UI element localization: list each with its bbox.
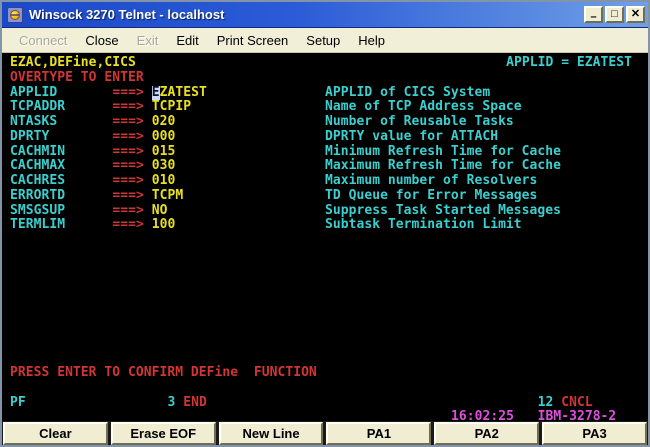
field-desc-errortd: TD Queue for Error Messages — [325, 189, 537, 203]
keypad-button-pa3[interactable]: PA3 — [542, 422, 647, 445]
keypad-button-clear[interactable]: Clear — [3, 422, 108, 445]
menubar: ConnectCloseExitEditPrint ScreenSetupHel… — [2, 28, 648, 53]
keypad-button-erase-eof[interactable]: Erase EOF — [111, 422, 216, 445]
menu-item-print-screen[interactable]: Print Screen — [208, 30, 298, 51]
field-value-smsgsup[interactable]: NO — [152, 204, 168, 218]
app-window: Winsock 3270 Telnet - localhost – □ ✕ Conn… — [0, 0, 650, 447]
field-label-cachmin: CACHMIN — [10, 145, 65, 159]
field-desc-cachmin: Minimum Refresh Time for Cache — [325, 145, 561, 159]
field-value-dprty[interactable]: 000 — [152, 130, 176, 144]
field-label-tcpaddr: TCPADDR — [10, 100, 65, 114]
pf-line-seg-3: 12 — [538, 396, 554, 410]
terminal-cursor[interactable]: E — [152, 86, 160, 100]
pf-line-seg-4: CNCL — [561, 396, 592, 410]
app-icon[interactable] — [7, 7, 23, 23]
field-label-smsgsup: SMSGSUP — [10, 204, 65, 218]
keypad-button-pa1[interactable]: PA1 — [326, 422, 431, 445]
panel-applid: APPLID = EZATEST — [506, 56, 632, 70]
field-desc-dprty: DPRTY value for ATTACH — [325, 130, 498, 144]
globe-icon — [10, 10, 20, 20]
field-value-errortd[interactable]: TCPM — [152, 189, 183, 203]
menu-item-connect: Connect — [10, 30, 76, 51]
field-arrow-cachres: ===> — [112, 174, 143, 188]
confirm-message: PRESS ENTER TO CONFIRM DEFine FUNCTION — [10, 366, 317, 380]
keypad-button-pa2[interactable]: PA2 — [434, 422, 539, 445]
status-terminal-model: IBM-3278-2 — [538, 410, 617, 421]
window-title: Winsock 3270 Telnet - localhost — [29, 7, 584, 22]
window-controls: – □ ✕ — [584, 6, 645, 23]
close-button[interactable]: ✕ — [626, 6, 645, 23]
field-value-cachmin[interactable]: 015 — [152, 145, 176, 159]
overtype-notice: OVERTYPE TO ENTER — [10, 71, 144, 85]
field-arrow-smsgsup: ===> — [112, 204, 143, 218]
field-desc-termlim: Subtask Termination Limit — [325, 218, 522, 232]
field-arrow-cachmax: ===> — [112, 159, 143, 173]
titlebar[interactable]: Winsock 3270 Telnet - localhost – □ ✕ — [2, 2, 648, 28]
field-arrow-ntasks: ===> — [112, 115, 143, 129]
maximize-icon: □ — [611, 9, 618, 20]
minimize-icon: – — [590, 12, 596, 23]
field-arrow-cachmin: ===> — [112, 145, 143, 159]
field-label-errortd: ERRORTD — [10, 189, 65, 203]
maximize-button[interactable]: □ — [605, 6, 624, 23]
field-value-applid[interactable]: ZATEST — [160, 86, 207, 100]
field-label-cachres: CACHRES — [10, 174, 65, 188]
panel-command: EZAC,DEFine,CICS — [10, 56, 136, 70]
field-label-termlim: TERMLIM — [10, 218, 65, 232]
close-icon: ✕ — [631, 9, 640, 20]
pf-line-seg-0: PF — [10, 396, 26, 410]
menu-item-help[interactable]: Help — [349, 30, 394, 51]
field-desc-tcpaddr: Name of TCP Address Space — [325, 100, 522, 114]
menu-item-exit: Exit — [128, 30, 168, 51]
field-value-ntasks[interactable]: 020 — [152, 115, 176, 129]
field-arrow-errortd: ===> — [112, 189, 143, 203]
minimize-button[interactable]: – — [584, 6, 603, 23]
field-value-tcpaddr[interactable]: TCPIP — [152, 100, 191, 114]
keypad-button-new-line[interactable]: New Line — [219, 422, 324, 445]
terminal-screen[interactable]: EZAC,DEFine,CICS APPLID = EZATEST OVERTYPE… — [2, 53, 648, 421]
field-desc-applid: APPLID of CICS System — [325, 86, 490, 100]
field-desc-ntasks: Number of Reusable Tasks — [325, 115, 514, 129]
field-arrow-tcpaddr: ===> — [112, 100, 143, 114]
status-time: 16:02:25 — [451, 410, 514, 421]
field-arrow-dprty: ===> — [112, 130, 143, 144]
field-value-cachmax[interactable]: 030 — [152, 159, 176, 173]
menu-item-setup[interactable]: Setup — [297, 30, 349, 51]
pf-line-seg-1: 3 — [168, 396, 176, 410]
field-desc-smsgsup: Suppress Task Started Messages — [325, 204, 561, 218]
field-label-applid: APPLID — [10, 86, 57, 100]
keypad-bar: ClearErase EOFNew LinePA1PA2PA3 — [2, 421, 648, 445]
field-desc-cachmax: Maximum Refresh Time for Cache — [325, 159, 561, 173]
field-label-dprty: DPRTY — [10, 130, 49, 144]
menu-item-close[interactable]: Close — [76, 30, 127, 51]
field-value-cachres[interactable]: 010 — [152, 174, 176, 188]
field-arrow-termlim: ===> — [112, 218, 143, 232]
field-value-termlim[interactable]: 100 — [152, 218, 176, 232]
field-desc-cachres: Maximum number of Resolvers — [325, 174, 537, 188]
menu-item-edit[interactable]: Edit — [167, 30, 207, 51]
field-label-cachmax: CACHMAX — [10, 159, 65, 173]
pf-line-seg-2: END — [183, 396, 207, 410]
field-arrow-applid: ===> — [112, 86, 143, 100]
field-label-ntasks: NTASKS — [10, 115, 57, 129]
